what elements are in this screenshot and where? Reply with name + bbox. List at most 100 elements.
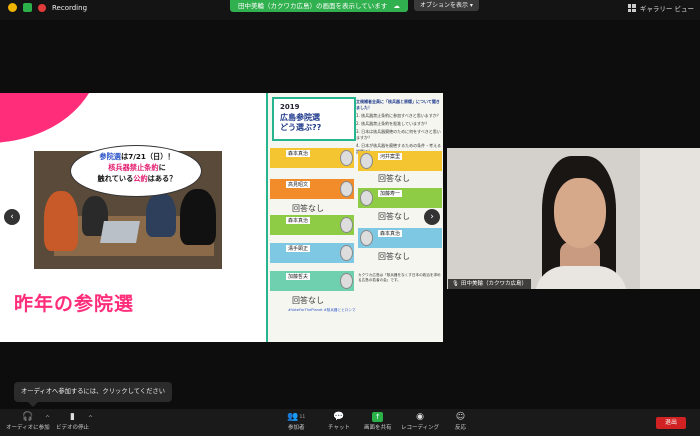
no-answer-label: 回答なし bbox=[292, 296, 324, 305]
join-audio-tooltip-text: オーディオへ参加するには、クリックしてください bbox=[20, 388, 165, 395]
no-answer-label: 回答なし bbox=[378, 212, 410, 221]
participants-button[interactable]: 👥 11 参加者 bbox=[287, 412, 306, 431]
share-status-banner: 田中美輪（カクワカ広島）の画面を表示しています ☁ bbox=[230, 0, 408, 12]
participants-count: 11 bbox=[299, 414, 306, 420]
flyer-year: 2019 bbox=[280, 103, 300, 111]
chevron-left-icon: ‹ bbox=[10, 212, 14, 222]
photo-person bbox=[146, 193, 176, 237]
flyer-question: 1. 核兵器禁止条約に参加すべきと思いますか？ bbox=[356, 113, 441, 118]
reactions-label: 反応 bbox=[455, 425, 467, 431]
photo-person bbox=[44, 191, 78, 251]
bubble-line1-rest: は7/21（日）！ bbox=[121, 152, 175, 161]
view-options-label: オプションを表示 bbox=[420, 2, 469, 9]
participant-name-label: 🎙 田中美輪（カクワカ広島） bbox=[448, 279, 531, 289]
photo-laptop bbox=[100, 221, 140, 243]
leave-meeting-button[interactable]: 退出 bbox=[656, 417, 686, 429]
candidate-name: 森本真治 bbox=[286, 217, 311, 224]
join-audio-tooltip[interactable]: オーディオへ参加するには、クリックしてください bbox=[14, 382, 172, 407]
recording-label: Recording bbox=[52, 3, 88, 12]
candidate-face bbox=[340, 150, 353, 166]
view-options-button[interactable]: オプションを表示 ▾ bbox=[414, 0, 479, 11]
flyer-questions: 立候補者全員に「核兵器と原爆」について聞きました！ 1. 核兵器禁止条約に参加す… bbox=[356, 99, 442, 155]
bubble-line3-b: はある？ bbox=[147, 174, 177, 183]
candidate-row: 高見昭文 bbox=[270, 179, 354, 199]
smiley-icon: ☺ bbox=[455, 412, 466, 422]
bubble-line3-highlight: 公約 bbox=[133, 174, 148, 183]
bubble-line2-rest: に bbox=[158, 163, 166, 172]
participant-video-tile[interactable] bbox=[447, 148, 700, 289]
candidate-row: 森本真治 bbox=[270, 215, 354, 235]
candidate-face bbox=[360, 190, 373, 206]
candidate-row: 加藤哲夫 bbox=[270, 271, 354, 291]
candidate-name: 加藤寿一 bbox=[378, 190, 403, 197]
candidate-face bbox=[360, 153, 373, 169]
bubble-line2-highlight: 核兵器禁止条約 bbox=[108, 163, 159, 172]
flyer-question: 3. 日本は核兵器廃絶のために何をすべきと思いますか？ bbox=[356, 129, 441, 140]
no-answer-label: 回答なし bbox=[378, 174, 410, 183]
candidate-name: 加藤哲夫 bbox=[286, 273, 311, 280]
security-shield-icon[interactable] bbox=[23, 3, 32, 12]
record-icon: ◉ bbox=[416, 412, 424, 422]
meeting-toolbar: 🎧 オーディオに参加 ^ ▮ ビデオの停止 ^ 👥 11 参加者 💬 チャット ↑… bbox=[0, 409, 700, 436]
meeting-info-icon[interactable] bbox=[8, 3, 17, 12]
candidate-name: 高見昭文 bbox=[286, 181, 311, 188]
muted-mic-icon: 🎙 bbox=[452, 281, 459, 287]
bubble-line3-a: 触れている bbox=[97, 174, 134, 183]
record-label: レコーディング bbox=[401, 425, 440, 431]
stop-video-button[interactable]: ▮ ビデオの停止 bbox=[56, 412, 89, 431]
flyer-title-line1: 広島参院選 bbox=[280, 113, 320, 122]
participants-icon: 👥 11 bbox=[287, 412, 306, 422]
video-options-caret[interactable]: ^ bbox=[88, 415, 93, 422]
no-answer-label: 回答なし bbox=[378, 252, 410, 261]
candidate-name: 森本真治 bbox=[378, 230, 403, 237]
audio-options-caret[interactable]: ^ bbox=[45, 415, 50, 422]
join-audio-button[interactable]: 🎧 オーディオに参加 bbox=[6, 412, 50, 431]
share-screen-button[interactable]: ↑ 画面を共有 bbox=[364, 412, 392, 431]
share-status-text: 田中美輪（カクワカ広島）の画面を表示しています bbox=[238, 2, 388, 10]
join-audio-label: オーディオに参加 bbox=[6, 425, 50, 431]
candidate-face bbox=[340, 245, 353, 261]
leave-meeting-label: 退出 bbox=[664, 419, 677, 426]
top-left-status: Recording bbox=[8, 3, 87, 12]
chat-button[interactable]: 💬 チャット bbox=[328, 412, 350, 431]
speech-bubble-text: 参院選は7/21（日）！ 核兵器禁止条約に 触れている公約はある？ bbox=[78, 151, 196, 184]
election-flyer: 2019 広島参院選 どう選ぶ?? 立候補者全員に「核兵器と原爆」について聞きま… bbox=[266, 93, 443, 342]
candidate-face bbox=[360, 230, 373, 246]
flyer-questions-header: 立候補者全員に「核兵器と原爆」について聞きました！ bbox=[356, 99, 440, 110]
chevron-right-icon: › bbox=[430, 212, 434, 222]
video-background-wall bbox=[640, 148, 700, 289]
share-screen-icon: ↑ bbox=[372, 412, 384, 422]
pink-decoration bbox=[0, 93, 100, 143]
flyer-question: 2. 核兵器禁止条約を批准していますか？ bbox=[356, 121, 429, 126]
chat-icon: 💬 bbox=[333, 412, 345, 422]
record-button[interactable]: ◉ レコーディング bbox=[401, 412, 439, 431]
slide-title: 昨年の参院選 bbox=[14, 293, 135, 315]
candidate-face bbox=[340, 217, 353, 233]
prev-slide-button[interactable]: ‹ bbox=[4, 209, 20, 225]
next-slide-button[interactable]: › bbox=[424, 209, 440, 225]
grid-icon bbox=[627, 4, 636, 12]
headphones-icon: 🎧 bbox=[22, 412, 34, 422]
stop-video-label: ビデオの停止 bbox=[56, 425, 90, 431]
cloud-icon: ☁ bbox=[393, 2, 400, 10]
bubble-line1-highlight: 参院選 bbox=[99, 152, 121, 161]
photo-person bbox=[180, 189, 216, 245]
chat-label: チャット bbox=[328, 425, 350, 431]
candidate-name: 河井案里 bbox=[378, 153, 403, 160]
flyer-footer-note: カクワカ広島は「核兵器をなくす日本の政治を求める広島の若者の会」です。 bbox=[358, 273, 441, 282]
no-answer-label: 回答なし bbox=[292, 204, 324, 213]
gallery-view-button[interactable]: ギャラリー ビュー bbox=[627, 3, 694, 13]
top-bar: Recording 田中美輪（カクワカ広島）の画面を表示しています ☁ オプショ… bbox=[0, 0, 700, 20]
flyer-header-box: 2019 広島参院選 どう選ぶ?? bbox=[272, 97, 356, 141]
candidate-row: 河井案里 bbox=[358, 151, 442, 171]
video-camera-icon: ▮ bbox=[70, 412, 75, 422]
participant-face bbox=[554, 178, 606, 248]
participants-label: 参加者 bbox=[288, 425, 305, 431]
candidate-face bbox=[340, 273, 353, 289]
candidate-row: 溝手顕正 bbox=[270, 243, 354, 263]
reactions-button[interactable]: ☺ 反応 bbox=[455, 412, 466, 431]
candidate-row: 森本真治 bbox=[270, 148, 354, 168]
candidate-row: 加藤寿一 bbox=[358, 188, 442, 208]
flyer-title-line2: どう選ぶ?? bbox=[280, 123, 322, 132]
candidate-name: 森本真治 bbox=[286, 150, 311, 157]
